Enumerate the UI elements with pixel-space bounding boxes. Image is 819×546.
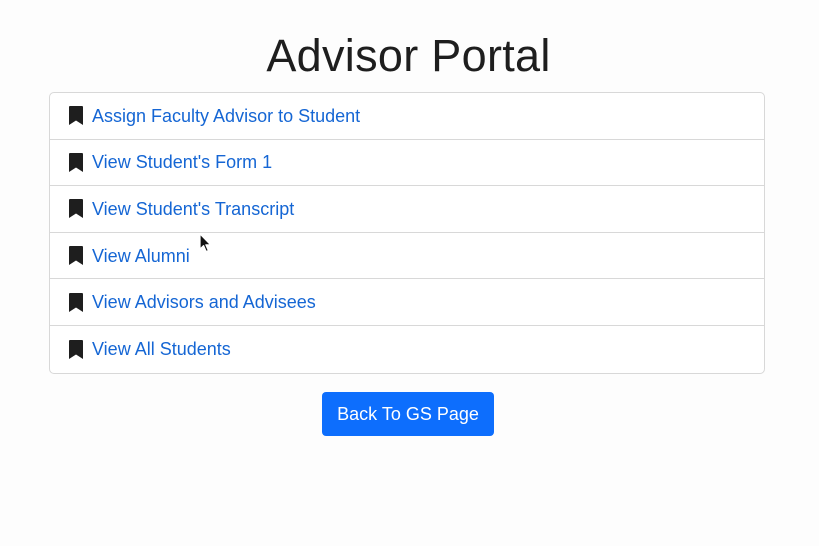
menu-link-assign-advisor[interactable]: Assign Faculty Advisor to Student <box>92 105 360 127</box>
bookmark-icon <box>69 106 83 126</box>
menu-item-view-advisors-advisees[interactable]: View Advisors and Advisees <box>50 279 764 326</box>
menu-link-view-transcript[interactable]: View Student's Transcript <box>92 198 294 220</box>
bookmark-icon <box>69 199 83 219</box>
menu-item-view-all-students[interactable]: View All Students <box>50 326 764 373</box>
page-title: Advisor Portal <box>266 30 551 81</box>
bookmark-icon <box>69 152 83 172</box>
menu-link-view-advisors-advisees[interactable]: View Advisors and Advisees <box>92 291 316 313</box>
menu-link-view-all-students[interactable]: View All Students <box>92 338 231 360</box>
bookmark-icon <box>69 339 83 359</box>
menu-link-view-alumni[interactable]: View Alumni <box>92 245 190 267</box>
menu-item-view-form1[interactable]: View Student's Form 1 <box>50 140 764 187</box>
menu-item-view-alumni[interactable]: View Alumni <box>50 233 764 280</box>
advisor-menu-list: Assign Faculty Advisor to Student View S… <box>49 92 765 374</box>
bookmark-icon <box>69 246 83 266</box>
menu-link-view-form1[interactable]: View Student's Form 1 <box>92 151 272 173</box>
bookmark-icon <box>69 292 83 312</box>
menu-item-view-transcript[interactable]: View Student's Transcript <box>50 186 764 233</box>
advisor-portal-page: Advisor Portal Assign Faculty Advisor to… <box>0 0 819 546</box>
menu-item-assign-advisor[interactable]: Assign Faculty Advisor to Student <box>50 93 764 140</box>
back-to-gs-page-button[interactable]: Back To GS Page <box>322 392 494 436</box>
